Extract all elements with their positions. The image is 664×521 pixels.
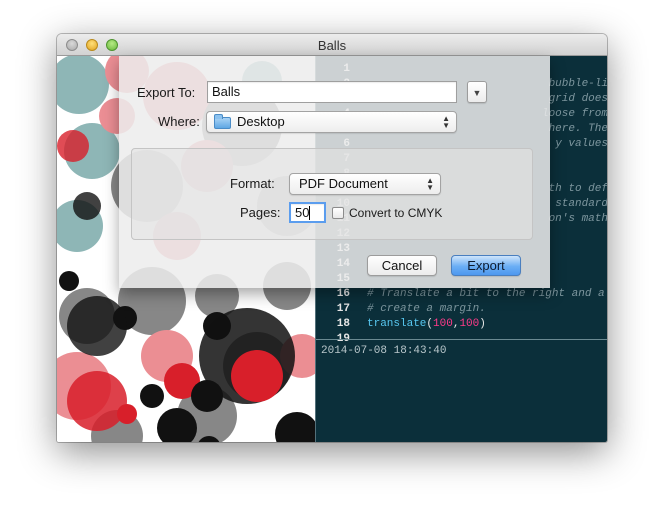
code-text: standard [555, 198, 607, 210]
code-text: y values [555, 138, 607, 150]
export-to-label: Export To: [137, 85, 196, 100]
disclosure-button[interactable]: ▼ [467, 81, 487, 103]
code-text: on's math [548, 213, 607, 225]
code-text: th to def [548, 183, 607, 195]
cancel-button[interactable]: Cancel [367, 255, 437, 276]
number-literal: 100 [433, 318, 453, 330]
export-to-field[interactable]: Balls [207, 81, 457, 103]
line-number: 18 [336, 318, 350, 330]
code-text: translate(100,100) [367, 318, 486, 330]
window-title: Balls [317, 38, 347, 53]
updown-chevrons-icon: ▲ ▼ [442, 114, 450, 130]
code-line[interactable]: 18 translate(100,100) [316, 317, 607, 332]
number-literal: 100 [459, 318, 480, 330]
convert-cmyk-checkbox[interactable] [332, 207, 344, 219]
where-popup[interactable]: Desktop ▲ ▼ [206, 111, 457, 133]
where-value: Desktop [237, 114, 285, 129]
pages-value: 50 [295, 205, 310, 220]
code-text: here. The [548, 123, 607, 135]
pages-field[interactable]: 50 [289, 202, 326, 223]
format-popup[interactable]: PDF Document ▲ ▼ [289, 173, 441, 195]
title-bar: Balls [57, 34, 607, 56]
chevron-down-icon: ▼ [472, 88, 482, 98]
format-label: Format: [230, 176, 275, 191]
pages-label: Pages: [240, 205, 281, 220]
function-name: translate [367, 318, 427, 330]
code-text: # Translate a bit to the right and a [367, 288, 605, 300]
updown-chevrons-icon: ▲ ▼ [426, 176, 434, 192]
code-text: grid does [548, 93, 607, 105]
export-sheet: Export To: Balls ▼ Where: Desktop ▲ ▼ For… [119, 56, 550, 288]
text-caret [309, 206, 311, 220]
where-label: Where: [158, 114, 200, 129]
export-button[interactable]: Export [451, 255, 521, 276]
convert-cmyk-label: Convert to CMYK [349, 206, 443, 220]
code-text: # create a margin. [367, 303, 486, 315]
console-divider [316, 339, 607, 340]
line-number: 16 [336, 288, 350, 300]
console-output: 2014-07-08 18:43:40 [321, 345, 447, 357]
folder-icon [214, 114, 231, 129]
format-value: PDF Document [299, 176, 388, 191]
code-line[interactable]: 17 # create a margin. [316, 302, 607, 317]
code-text: bubble-li [548, 78, 607, 90]
code-line[interactable]: 16 # Translate a bit to the right and a [316, 287, 607, 302]
code-text: loose from [541, 108, 607, 120]
line-number: 17 [336, 303, 350, 315]
